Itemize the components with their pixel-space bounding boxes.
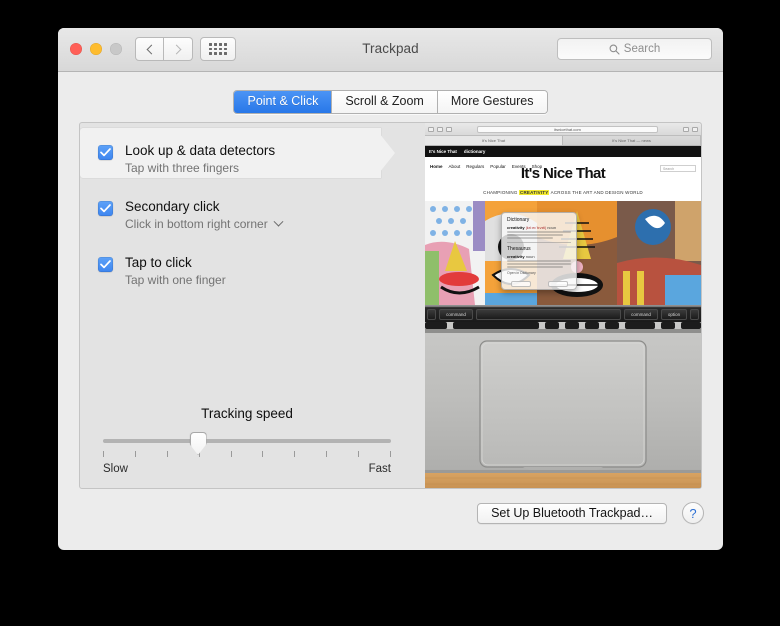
- tagline-before: CHAMPIONING: [483, 190, 520, 195]
- option-row-tap-to-click[interactable]: Tap to click Tap with one finger: [80, 240, 413, 290]
- option-subtitle: Click in bottom right corner: [125, 217, 268, 231]
- search-placeholder: Search: [623, 43, 661, 55]
- key-command-right: command: [624, 309, 658, 320]
- dictionary-tab-button: [510, 281, 531, 287]
- dictionary-popup: Dictionary creativity |kriːeɪˈtɪvɪti| no…: [501, 212, 577, 290]
- window-titlebar: Trackpad Search: [58, 28, 723, 72]
- site-section: dictionary: [463, 149, 486, 154]
- site-brand: It's Nice That: [429, 149, 457, 154]
- tab-more-gestures[interactable]: More Gestures: [436, 91, 547, 113]
- option-title: Tap to click: [125, 255, 192, 270]
- option-title: Secondary click: [125, 199, 220, 214]
- window-body: Point & Click Scroll & Zoom More Gesture…: [58, 72, 723, 550]
- key-option: option: [661, 309, 687, 320]
- divider: [507, 242, 571, 243]
- text-line: [507, 260, 571, 262]
- safari-tabs-icon: [692, 126, 698, 132]
- tagline-highlight: CREATIVITY: [519, 190, 550, 195]
- text-line: [507, 231, 571, 233]
- safari-url-bar: itsnicethat.com: [477, 125, 658, 133]
- checkbox-secondary-click[interactable]: [98, 201, 113, 216]
- safari-sidebar-icon: [446, 126, 452, 132]
- checkmark-icon: [100, 260, 111, 269]
- key-command-left: command: [439, 309, 473, 320]
- option-row-secondary-click[interactable]: Secondary click Click in bottom right co…: [80, 184, 413, 234]
- chevron-down-icon[interactable]: [273, 216, 284, 227]
- checkbox-look-up[interactable]: [98, 145, 113, 160]
- settings-panel: Look up & data detectors Tap with three …: [79, 122, 702, 489]
- setup-bluetooth-trackpad-button[interactable]: Set Up Bluetooth Trackpad…: [477, 503, 667, 524]
- laptop-keyboard-row: command command option: [425, 305, 701, 322]
- text-line: [507, 266, 564, 268]
- slider-min-label: Slow: [103, 463, 128, 475]
- slider-track[interactable]: [103, 439, 391, 443]
- site-tagline: CHAMPIONING CREATIVITY ACROSS THE ART AN…: [425, 190, 701, 195]
- text-line: [507, 237, 554, 239]
- thesaurus-word: creativity noun: [507, 254, 535, 259]
- dictionary-heading: Dictionary: [507, 217, 530, 223]
- macbook-trackpad-illustration: [425, 322, 701, 488]
- dictionary-word: creativity |kriːeɪˈtɪvɪti| noun: [507, 225, 557, 230]
- search-icon: [609, 44, 620, 55]
- trackpad-preferences-window: Trackpad Search Point & Click Scroll & Z…: [58, 28, 723, 550]
- checkbox-tap-to-click[interactable]: [98, 257, 113, 272]
- tab-scroll-and-zoom[interactable]: Scroll & Zoom: [331, 91, 437, 113]
- tab-point-and-click[interactable]: Point & Click: [234, 91, 332, 113]
- site-top-bar: It's Nice That dictionary: [425, 146, 701, 157]
- slider-track-area[interactable]: Slow Fast: [103, 432, 391, 475]
- thesaurus-heading: Thesaurus: [507, 246, 531, 252]
- safari-tab-bar: It's Nice That It's Nice That — news: [425, 136, 701, 146]
- slider-end-labels: Slow Fast: [103, 463, 391, 475]
- text-line: [507, 263, 571, 265]
- site-header: Home About Regulars Popular Events Shop …: [425, 157, 701, 201]
- options-list: Look up & data detectors Tap with three …: [80, 123, 413, 488]
- gesture-preview: itsnicethat.com It's Nice That It's Nice…: [425, 123, 701, 488]
- option-title: Look up & data detectors: [125, 143, 276, 158]
- safari-back-icon: [428, 126, 434, 132]
- option-subtitle: Tap with one finger: [125, 273, 226, 287]
- checkmark-icon: [100, 204, 111, 213]
- search-input[interactable]: Search: [557, 38, 712, 60]
- preview-screencast: itsnicethat.com It's Nice That It's Nice…: [425, 123, 701, 305]
- safari-forward-icon: [437, 126, 443, 132]
- safari-toolbar: itsnicethat.com: [425, 123, 701, 136]
- option-subtitle: Tap with three fingers: [125, 161, 240, 175]
- safari-tab: It's Nice That: [425, 136, 563, 145]
- slider-ticks: [103, 451, 391, 457]
- safari-tab: It's Nice That — news: [563, 136, 701, 145]
- tagline-after: ACROSS THE ART AND DESIGN WORLD: [549, 190, 643, 195]
- dictionary-popup-buttons: [502, 281, 576, 287]
- help-button[interactable]: ?: [682, 502, 704, 524]
- key-space: [476, 309, 621, 320]
- option-row-look-up[interactable]: Look up & data detectors Tap with three …: [80, 128, 413, 178]
- open-in-dictionary-link: Open in Dictionary: [507, 271, 536, 275]
- option-subtitle-row: Tap with three fingers: [125, 160, 275, 177]
- option-subtitle-row: Tap with one finger: [125, 272, 226, 289]
- slider-max-label: Fast: [368, 463, 391, 475]
- trackpad-photo: [425, 322, 701, 488]
- window-footer: Set Up Bluetooth Trackpad… ?: [58, 492, 723, 550]
- safari-share-icon: [683, 126, 689, 132]
- checkmark-icon: [100, 148, 111, 157]
- option-subtitle-row[interactable]: Click in bottom right corner: [125, 216, 284, 233]
- text-line: [507, 234, 564, 236]
- site-search-field: Search: [660, 165, 696, 172]
- site-artwork: Dictionary creativity |kriːeɪˈtɪvɪti| no…: [425, 201, 701, 305]
- tracking-speed-label: Tracking speed: [201, 406, 293, 421]
- key-edge-left: [427, 309, 436, 320]
- tracking-speed-control: Tracking speed Slow Fast: [92, 406, 402, 475]
- thesaurus-tab-button: [547, 281, 568, 287]
- tab-bar: Point & Click Scroll & Zoom More Gesture…: [58, 90, 723, 114]
- key-edge-right: [690, 309, 699, 320]
